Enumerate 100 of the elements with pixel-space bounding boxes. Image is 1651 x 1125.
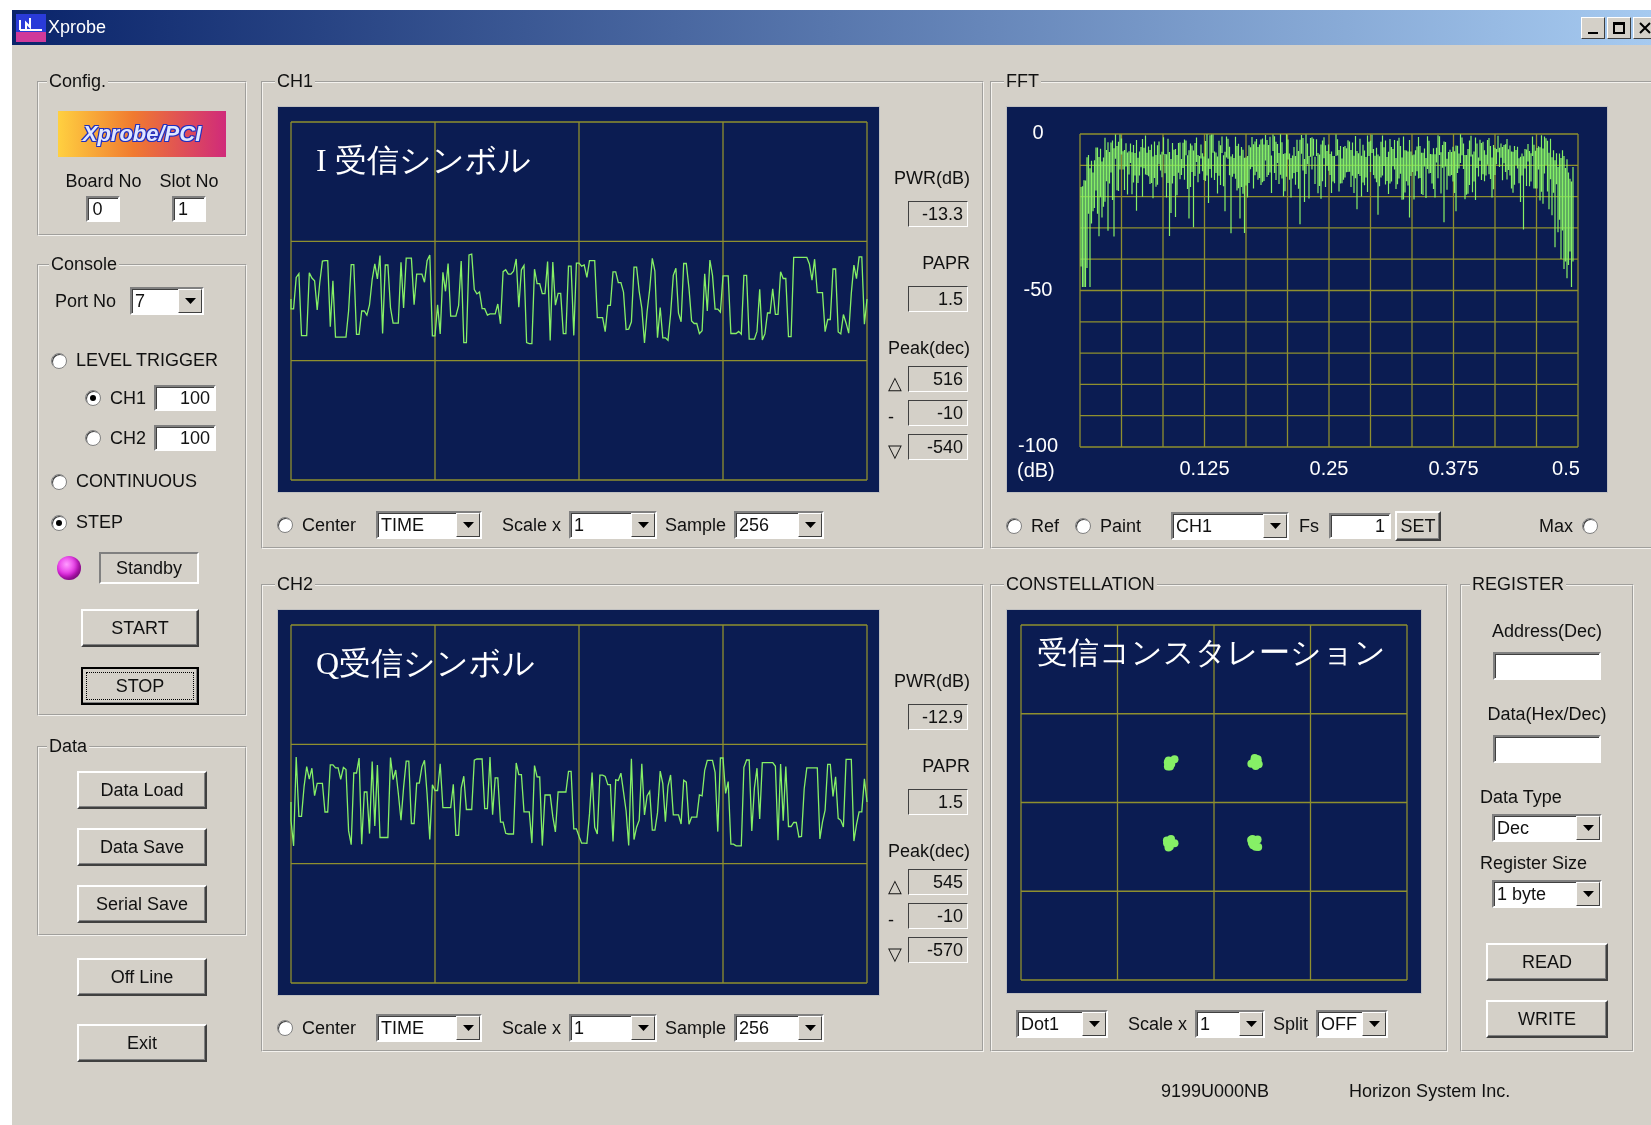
button[interactable]: SET [1395, 511, 1442, 541]
readout-label: PWR(dB) [894, 168, 970, 189]
input-field[interactable]: 100 [154, 425, 216, 451]
field-label: Scale x [1128, 1013, 1188, 1035]
radio-button[interactable] [85, 430, 101, 446]
field-label: Sample [665, 1017, 727, 1039]
radio-button[interactable] [277, 1020, 293, 1036]
button[interactable]: Off Line [77, 958, 207, 996]
dropdown[interactable]: Dec [1492, 814, 1602, 842]
readout-field: -10 [908, 400, 968, 426]
axis-label: 0.5 [1551, 457, 1581, 480]
maximize-icon [1613, 21, 1625, 34]
readout-label: PAPR [922, 756, 970, 777]
dropdown[interactable]: TIME [376, 1014, 483, 1042]
dropdown[interactable]: 1 [569, 1014, 658, 1042]
caret-icon [637, 522, 649, 528]
readout-field: 545 [908, 869, 968, 895]
dropdown[interactable]: 256 [734, 511, 825, 539]
input-field[interactable]: 0 [86, 196, 121, 222]
maximize-button[interactable] [1607, 16, 1631, 39]
input-field[interactable] [1493, 735, 1601, 763]
caret-icon [1088, 1021, 1100, 1027]
radio-label: CH2 [110, 427, 146, 449]
readout-label: PAPR [922, 253, 970, 274]
radio-label: STEP [76, 512, 123, 533]
group-title: Config. [48, 71, 108, 92]
field-label: Data Type [1480, 787, 1562, 808]
caret-icon [637, 1025, 649, 1031]
readout-field: -12.9 [908, 704, 968, 730]
minimize-icon [1588, 31, 1598, 34]
field-label: Board No [65, 171, 142, 192]
group-title: Console [50, 254, 119, 275]
field-label: Slot No [159, 171, 219, 192]
input-field[interactable] [1493, 652, 1601, 680]
readout-label: Peak(dec) [887, 338, 970, 359]
button[interactable]: STOP [81, 667, 199, 705]
button[interactable]: Data Load [77, 771, 207, 809]
dropdown[interactable]: CH1 [1171, 512, 1290, 540]
dropdown[interactable]: 256 [734, 1014, 825, 1042]
close-button[interactable] [1633, 16, 1651, 39]
peak-symbol: ▽ [888, 943, 903, 965]
radio-button[interactable] [51, 352, 67, 369]
radio-button[interactable] [1582, 518, 1599, 534]
field-label: Port No [55, 290, 117, 312]
readout-field: -540 [908, 434, 968, 460]
button[interactable]: Exit [77, 1024, 207, 1062]
group-title: FFT [1005, 71, 1040, 92]
footer-text: Horizon System Inc. [1349, 1081, 1511, 1102]
button[interactable]: Data Save [77, 828, 207, 866]
field-label: Scale x [502, 1017, 562, 1039]
radio-label: LEVEL TRIGGER [76, 350, 219, 371]
caret-icon [462, 1025, 474, 1031]
group-title: CH2 [276, 574, 314, 595]
peak-symbol: △ [888, 875, 903, 897]
dropdown[interactable]: TIME [376, 511, 483, 539]
logo-badge: Xprobe/PCI [58, 111, 226, 157]
plot-title: 受信コンスタレーション [1037, 634, 1386, 672]
dropdown[interactable]: OFF [1316, 1010, 1389, 1038]
radio-button[interactable] [277, 517, 293, 533]
radio-button[interactable] [1006, 518, 1022, 534]
axis-label: 0.375 [1427, 457, 1480, 480]
button[interactable]: Serial Save [77, 885, 207, 923]
radio-button[interactable] [51, 473, 67, 490]
radio-label: CH1 [110, 387, 146, 409]
readout-field: 516 [908, 366, 968, 392]
axis-label: 0 [1031, 121, 1045, 145]
axis-label: -50 [1022, 277, 1054, 301]
dropdown[interactable]: 1 [569, 511, 658, 539]
button[interactable]: READ [1486, 943, 1608, 981]
dropdown[interactable]: 1 [1195, 1010, 1266, 1038]
symbol-cluster [1162, 835, 1179, 852]
status-display: Standby [99, 552, 199, 584]
dropdown[interactable]: 1 byte [1492, 880, 1602, 908]
peak-symbol: - [888, 909, 895, 931]
group-title: Data [48, 736, 89, 757]
caret-icon [462, 522, 474, 528]
symbol-cluster [1163, 755, 1179, 771]
axis-label: 0.25 [1308, 457, 1350, 480]
radio-button[interactable] [1075, 518, 1091, 534]
caret-icon [1368, 1021, 1380, 1027]
caret-icon [1582, 825, 1594, 831]
input-field[interactable]: 100 [154, 385, 216, 411]
input-field[interactable]: 1 [172, 196, 206, 222]
dropdown[interactable]: Dot1 [1016, 1010, 1108, 1038]
button[interactable]: WRITE [1486, 1000, 1608, 1038]
group-title: CH1 [276, 71, 314, 92]
radio-label: Center [302, 1017, 357, 1039]
symbol-cluster [1247, 835, 1263, 851]
readout-field: -13.3 [908, 201, 968, 227]
caret-icon [1269, 523, 1281, 529]
field-label: Data(Hex/Dec) [1487, 704, 1607, 725]
minimize-button[interactable] [1581, 16, 1605, 39]
input-field[interactable]: 1 [1329, 513, 1392, 539]
axis-label: 0.125 [1178, 457, 1231, 480]
button[interactable]: START [81, 609, 199, 647]
field-label: Register Size [1480, 853, 1588, 874]
radio-button[interactable] [85, 390, 101, 406]
close-icon [1639, 21, 1651, 34]
dropdown[interactable]: 7 [130, 287, 205, 315]
field-label: Sample [665, 514, 727, 536]
